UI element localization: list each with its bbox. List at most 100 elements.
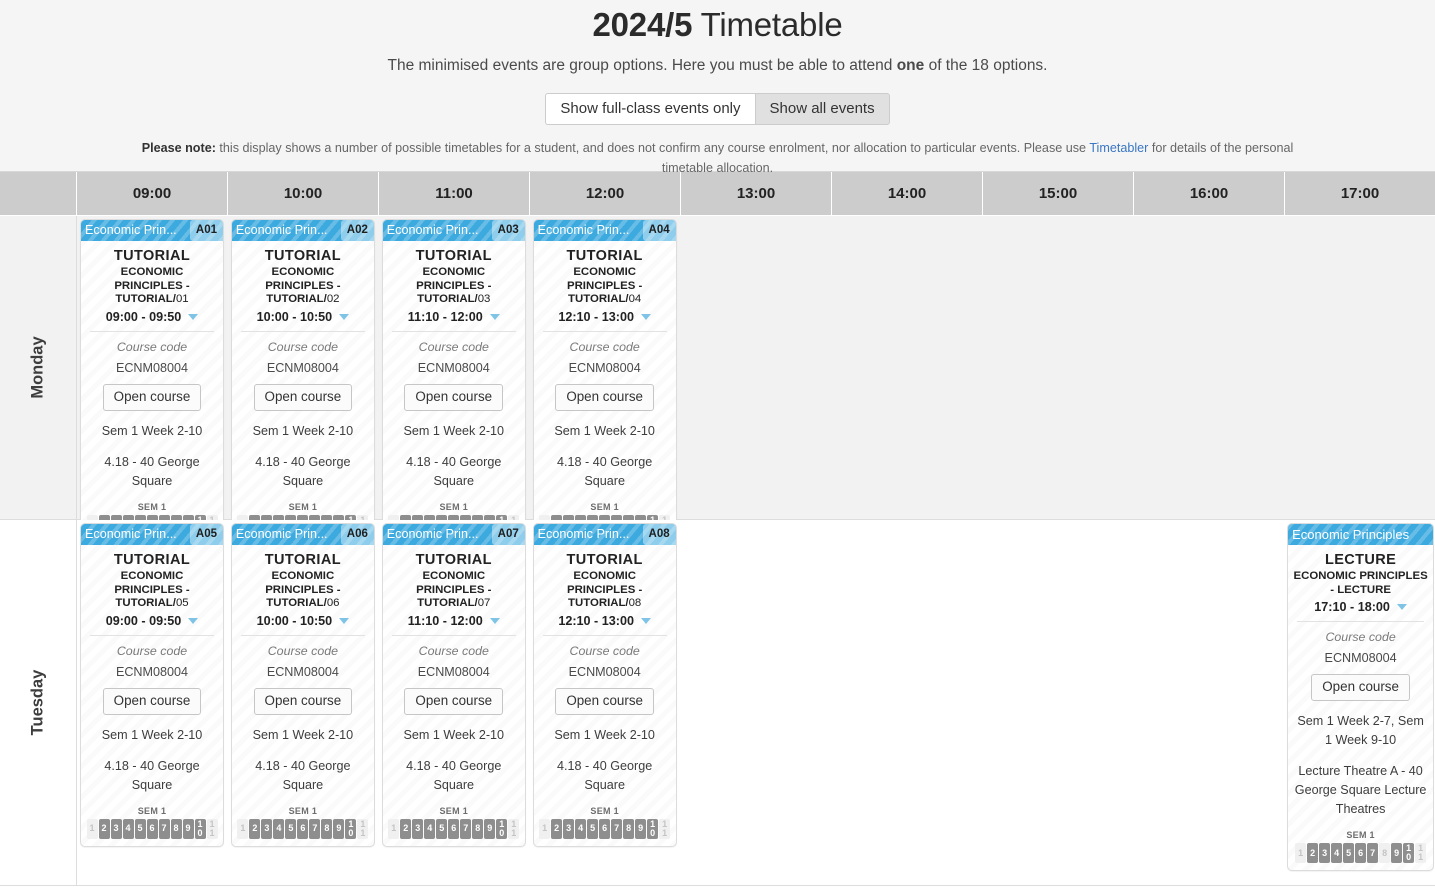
chevron-down-icon[interactable] (640, 313, 651, 320)
course-code-label: Course code (267, 643, 338, 658)
event-group-badge: A06 (340, 524, 374, 545)
subtitle-emphasis: one (896, 57, 925, 74)
course-code-value: ECNM08004 (568, 664, 641, 679)
open-course-button[interactable]: Open course (555, 687, 654, 715)
chevron-down-icon[interactable] (188, 617, 199, 624)
week-cell: 8 (623, 818, 635, 839)
event-weeks-text: Sem 1 Week 2-10 (554, 727, 655, 742)
open-course-button[interactable]: Open course (555, 383, 654, 411)
time-header-cell: 11:00 (379, 172, 530, 215)
open-course-button[interactable]: Open course (404, 383, 504, 411)
event-card-header: Economic Prin... A01 (81, 220, 223, 241)
event-card[interactable]: Economic Prin... A04 TUTORIAL ECONOMIC PRIN… (532, 219, 677, 543)
event-location: 4.18 - 40 George Square (406, 454, 502, 488)
open-course-button[interactable]: Open course (102, 687, 202, 715)
week-cell: 9 (635, 818, 647, 839)
time-header-cell: 15:00 (983, 172, 1134, 215)
week-cell: 5 (134, 818, 146, 839)
event-weeks-text: Sem 1 Week 2-10 (403, 423, 505, 438)
note-label: Please note: (141, 141, 216, 155)
week-cell: 1 (86, 818, 98, 839)
event-time: 12:10 - 13:00 (539, 310, 671, 324)
open-course-button[interactable]: Open course (102, 383, 202, 411)
week-cell: 2 (400, 818, 412, 839)
event-time: 10:00 - 10:50 (237, 614, 369, 628)
event-time-text: 09:00 - 09:50 (105, 613, 182, 628)
course-code-label: Course code (569, 339, 640, 354)
event-type: TUTORIAL (264, 248, 341, 264)
card-divider (391, 634, 516, 636)
course-code-label: Course code (418, 643, 489, 658)
chevron-down-icon[interactable] (339, 617, 350, 624)
timetabler-link[interactable]: Timetabler (1089, 141, 1148, 155)
event-card-header: Economic Prin... A02 (231, 220, 374, 241)
week-cell: 11 (659, 818, 671, 839)
open-course-button[interactable]: Open course (253, 383, 353, 411)
page-title: 2024/5 Timetable (0, 0, 1435, 46)
chevron-down-icon[interactable] (1396, 604, 1407, 610)
event-weeks-text: Sem 1 Week 2-10 (403, 727, 505, 742)
event-location: 4.18 - 40 George Square (255, 758, 351, 792)
week-cell: 6 (599, 818, 611, 839)
event-card-body: TUTORIAL ECONOMIC PRINCIPLES - TUTORIAL/0… (232, 545, 374, 846)
chevron-down-icon[interactable] (188, 313, 199, 320)
event-time: 17:10 - 18:00 (1293, 600, 1428, 614)
open-course-button[interactable]: Open course (404, 687, 504, 715)
week-cell: 1 (539, 818, 551, 839)
chevron-down-icon[interactable] (640, 617, 651, 624)
event-card[interactable]: Economic Prin... A06 TUTORIAL ECONOMIC PRIN… (230, 523, 375, 847)
show-all-events-button[interactable]: Show all events (754, 93, 890, 125)
week-indicator-strip: 1234567891011 (86, 818, 218, 839)
title-rest: Timetable (692, 6, 843, 43)
course-code-value: ECNM08004 (266, 360, 339, 375)
event-location: Lecture Theatre A - 40 George Square Lec… (1294, 764, 1427, 816)
event-card[interactable]: Economic Prin... A03 TUTORIAL ECONOMIC PRIN… (381, 219, 526, 543)
course-code-label: Course code (418, 339, 489, 354)
week-cell: 5 (1343, 843, 1355, 863)
chevron-down-icon[interactable] (339, 313, 350, 320)
week-cell: 5 (285, 818, 297, 839)
event-card[interactable]: Economic Prin... A07 TUTORIAL ECONOMIC PRIN… (381, 523, 526, 847)
week-cell: 6 (448, 818, 460, 839)
event-time: 12:10 - 13:00 (539, 614, 671, 628)
event-group-badge: A05 (189, 524, 223, 545)
week-cell: 10 (647, 818, 659, 839)
week-indicator-strip: 1234567891011 (1293, 843, 1428, 863)
event-course-title: Economic Prin... (537, 527, 630, 541)
event-card[interactable]: Economic Prin... A01 TUTORIAL ECONOMIC PRIN… (80, 219, 224, 543)
chevron-down-icon[interactable] (489, 617, 500, 624)
event-type: TUTORIAL (113, 552, 191, 568)
week-indicator-strip: 1234567891011 (539, 818, 671, 839)
event-name: ECONOMIC PRINCIPLES - LECTURE (1293, 570, 1428, 596)
event-course-title: Economic Principles (1292, 527, 1410, 542)
week-cell: 7 (611, 818, 623, 839)
event-card[interactable]: Economic Principles LECTURE ECONOMIC PRINC… (1287, 523, 1435, 871)
week-cell: 11 (357, 818, 369, 839)
day-label-monday: Monday (0, 216, 77, 519)
event-card-header: Economic Principles (1288, 524, 1434, 545)
chevron-down-icon[interactable] (489, 313, 500, 320)
event-group-badge: A08 (642, 524, 676, 545)
event-card[interactable]: Economic Prin... A08 TUTORIAL ECONOMIC PRIN… (532, 523, 677, 847)
week-cell: 8 (472, 818, 484, 839)
event-card-header: Economic Prin... A07 (382, 524, 525, 545)
event-time: 10:00 - 10:50 (237, 310, 369, 324)
time-header-cell: 17:00 (1340, 185, 1380, 202)
title-year: 2024/5 (592, 6, 693, 43)
event-card-body: TUTORIAL ECONOMIC PRINCIPLES - TUTORIAL/0… (534, 241, 676, 542)
week-cell: 10 (1403, 843, 1415, 863)
week-cell: 1 (237, 818, 249, 839)
card-divider (240, 634, 365, 636)
week-cell: 6 (1355, 843, 1367, 863)
event-card[interactable]: Economic Prin... A02 TUTORIAL ECONOMIC PRIN… (230, 219, 375, 543)
event-card-body: TUTORIAL ECONOMIC PRINCIPLES - TUTORIAL/0… (534, 545, 676, 846)
open-course-button[interactable]: Open course (1311, 674, 1410, 701)
show-full-class-events-button[interactable]: Show full-class events only (545, 93, 755, 125)
week-cell: 2 (551, 818, 563, 839)
event-card[interactable]: Economic Prin... A05 TUTORIAL ECONOMIC PRIN… (80, 523, 224, 847)
subtitle-part-a: The minimised events are group options. … (387, 57, 897, 74)
monday-event-lanes: Economic Prin... A01 TUTORIAL ECONOMIC PRIN… (77, 216, 1435, 543)
event-location: 4.18 - 40 George Square (406, 758, 502, 792)
week-cell: 9 (1391, 843, 1403, 863)
open-course-button[interactable]: Open course (253, 687, 353, 715)
